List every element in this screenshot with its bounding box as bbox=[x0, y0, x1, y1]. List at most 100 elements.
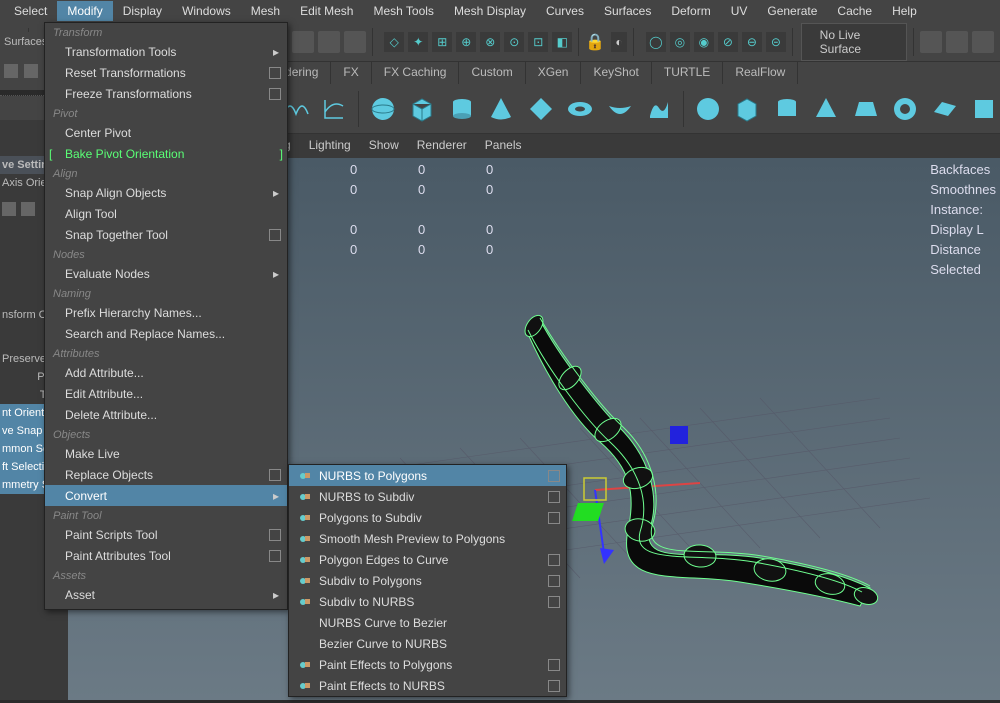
option-box-icon[interactable] bbox=[269, 529, 281, 541]
snap-icon[interactable]: ◧ bbox=[552, 32, 572, 52]
tool-icon[interactable] bbox=[2, 202, 16, 216]
menuitem-center-pivot[interactable]: Center Pivot bbox=[45, 122, 287, 143]
lock-icon[interactable]: 🔒 bbox=[585, 32, 605, 52]
option-box-icon[interactable] bbox=[548, 596, 560, 608]
shelf-item-icon[interactable] bbox=[319, 91, 351, 127]
menuitem-prefix-hierarchy-names-[interactable]: Prefix Hierarchy Names... bbox=[45, 302, 287, 323]
submenu-nurbs-to-polygons[interactable]: NURBS to Polygons bbox=[289, 465, 566, 486]
menuitem-snap-align-objects[interactable]: Snap Align Objects▸ bbox=[45, 182, 287, 203]
menuitem-convert[interactable]: Convert▸ bbox=[45, 485, 287, 506]
snap-icon[interactable]: ⊙ bbox=[504, 32, 524, 52]
menuitem-asset[interactable]: Asset▸ bbox=[45, 584, 287, 605]
tool-icon[interactable] bbox=[344, 31, 366, 53]
shelf-tab-custom[interactable]: Custom bbox=[459, 62, 525, 84]
shelf-sphere2-icon[interactable] bbox=[692, 91, 724, 127]
menu-edit-mesh[interactable]: Edit Mesh bbox=[290, 1, 363, 21]
menuitem-edit-attribute-[interactable]: Edit Attribute... bbox=[45, 383, 287, 404]
shelf-sphere-icon[interactable] bbox=[367, 91, 399, 127]
menu-select[interactable]: Select bbox=[4, 1, 57, 21]
shelf-icon[interactable] bbox=[24, 64, 38, 78]
snap-icon[interactable]: ◇ bbox=[384, 32, 404, 52]
shelf-tab-turtle[interactable]: TURTLE bbox=[652, 62, 723, 84]
shelf-extra-icon[interactable] bbox=[969, 91, 1000, 127]
submenu-nurbs-curve-to-bezier[interactable]: NURBS Curve to Bezier bbox=[289, 612, 566, 633]
menu-generate[interactable]: Generate bbox=[757, 1, 827, 21]
submenu-subdiv-to-polygons[interactable]: Subdiv to Polygons bbox=[289, 570, 566, 591]
constr-icon[interactable]: ◎ bbox=[670, 32, 690, 52]
snap-icon[interactable]: ⊡ bbox=[528, 32, 548, 52]
submenu-polygons-to-subdiv[interactable]: Polygons to Subdiv bbox=[289, 507, 566, 528]
option-box-icon[interactable] bbox=[269, 67, 281, 79]
menuitem-snap-together-tool[interactable]: Snap Together Tool bbox=[45, 224, 287, 245]
option-box-icon[interactable] bbox=[548, 512, 560, 524]
menuitem-freeze-transformations[interactable]: Freeze Transformations bbox=[45, 83, 287, 104]
menuitem-align-tool[interactable]: Align Tool bbox=[45, 203, 287, 224]
shelf-cone-icon[interactable] bbox=[485, 91, 517, 127]
snap-icon[interactable]: ✦ bbox=[408, 32, 428, 52]
shelf-wave-icon[interactable] bbox=[644, 91, 676, 127]
shelf-bowl-icon[interactable] bbox=[604, 91, 636, 127]
shelf-tab-fx[interactable]: FX bbox=[331, 62, 371, 84]
menuitem-search-and-replace-names-[interactable]: Search and Replace Names... bbox=[45, 323, 287, 344]
option-box-icon[interactable] bbox=[548, 554, 560, 566]
option-box-icon[interactable] bbox=[548, 575, 560, 587]
panel-tab-lighting[interactable]: Lighting bbox=[309, 138, 351, 152]
submenu-subdiv-to-nurbs[interactable]: Subdiv to NURBS bbox=[289, 591, 566, 612]
menuitem-bake-pivot-orientation[interactable]: [Bake Pivot Orientation] bbox=[45, 143, 287, 164]
layout-icon[interactable] bbox=[946, 31, 968, 53]
menu-uv[interactable]: UV bbox=[721, 1, 758, 21]
constr-icon[interactable]: ◉ bbox=[694, 32, 714, 52]
constr-icon[interactable]: ⊘ bbox=[718, 32, 738, 52]
menu-display[interactable]: Display bbox=[113, 1, 172, 21]
menuitem-make-live[interactable]: Make Live bbox=[45, 443, 287, 464]
snap-icon[interactable]: ⊕ bbox=[456, 32, 476, 52]
menu-mesh[interactable]: Mesh bbox=[241, 1, 290, 21]
option-box-icon[interactable] bbox=[548, 680, 560, 692]
shelf-prism-icon[interactable] bbox=[850, 91, 882, 127]
layout-icon[interactable] bbox=[972, 31, 994, 53]
constr-icon[interactable]: ⊝ bbox=[766, 32, 786, 52]
menuitem-delete-attribute-[interactable]: Delete Attribute... bbox=[45, 404, 287, 425]
option-box-icon[interactable] bbox=[269, 229, 281, 241]
tool-icon[interactable] bbox=[21, 202, 35, 216]
shelf-cyl2-icon[interactable] bbox=[771, 91, 803, 127]
submenu-paint-effects-to-polygons[interactable]: Paint Effects to Polygons bbox=[289, 654, 566, 675]
menuitem-replace-objects[interactable]: Replace Objects bbox=[45, 464, 287, 485]
menu-deform[interactable]: Deform bbox=[661, 1, 720, 21]
live-surface-field[interactable]: No Live Surface bbox=[801, 23, 908, 61]
panel-tab-renderer[interactable]: Renderer bbox=[417, 138, 467, 152]
option-box-icon[interactable] bbox=[269, 469, 281, 481]
menu-surfaces[interactable]: Surfaces bbox=[594, 1, 661, 21]
constr-icon[interactable]: ◯ bbox=[646, 32, 666, 52]
shelf-diamond-icon[interactable] bbox=[525, 91, 557, 127]
shelf-plane-icon[interactable] bbox=[929, 91, 961, 127]
menu-mesh-display[interactable]: Mesh Display bbox=[444, 1, 536, 21]
menuitem-paint-attributes-tool[interactable]: Paint Attributes Tool bbox=[45, 545, 287, 566]
submenu-bezier-curve-to-nurbs[interactable]: Bezier Curve to NURBS bbox=[289, 633, 566, 654]
submenu-polygon-edges-to-curve[interactable]: Polygon Edges to Curve bbox=[289, 549, 566, 570]
menuitem-transformation-tools[interactable]: Transformation Tools▸ bbox=[45, 41, 287, 62]
shelf-tab-keyshot[interactable]: KeyShot bbox=[581, 62, 651, 84]
shelf-torus-icon[interactable] bbox=[565, 91, 597, 127]
option-box-icon[interactable] bbox=[548, 659, 560, 671]
menuitem-paint-scripts-tool[interactable]: Paint Scripts Tool bbox=[45, 524, 287, 545]
snap-icon[interactable]: ⊞ bbox=[432, 32, 452, 52]
menuitem-evaluate-nodes[interactable]: Evaluate Nodes▸ bbox=[45, 263, 287, 284]
shelf-cylinder-icon[interactable] bbox=[446, 91, 478, 127]
layout-icon[interactable] bbox=[920, 31, 942, 53]
shelf-icon[interactable] bbox=[4, 64, 18, 78]
menu-modify[interactable]: Modify bbox=[57, 1, 112, 21]
menu-cache[interactable]: Cache bbox=[827, 1, 882, 21]
menuitem-add-attribute-[interactable]: Add Attribute... bbox=[45, 362, 287, 383]
tool-icon[interactable] bbox=[292, 31, 314, 53]
shelf-tab-realflow[interactable]: RealFlow bbox=[723, 62, 798, 84]
shelf-tab-xgen[interactable]: XGen bbox=[526, 62, 582, 84]
tool-icon[interactable] bbox=[318, 31, 340, 53]
menu-curves[interactable]: Curves bbox=[536, 1, 594, 21]
option-box-icon[interactable] bbox=[548, 470, 560, 482]
shelf-ring-icon[interactable] bbox=[890, 91, 922, 127]
shelf-cone2-icon[interactable] bbox=[810, 91, 842, 127]
menu-windows[interactable]: Windows bbox=[172, 1, 241, 21]
option-box-icon[interactable] bbox=[269, 88, 281, 100]
shelf-tab-fx caching[interactable]: FX Caching bbox=[372, 62, 460, 84]
